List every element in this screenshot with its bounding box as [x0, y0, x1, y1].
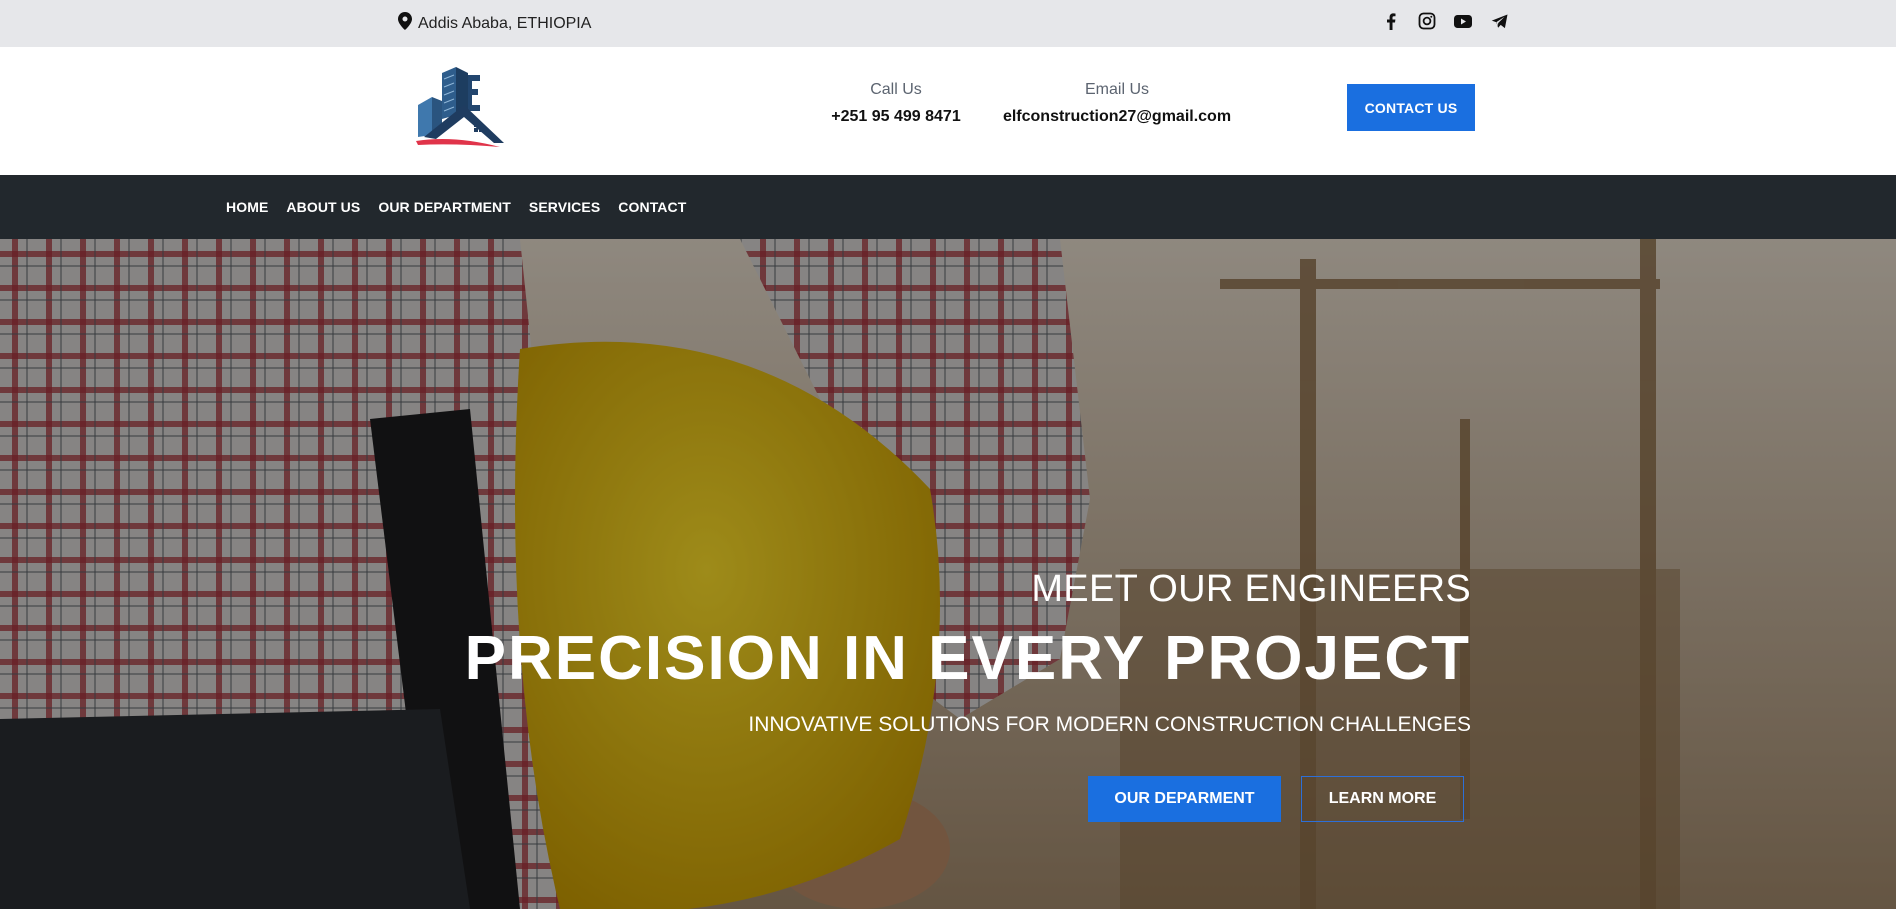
- email-us-label: Email Us: [1084, 81, 1149, 98]
- email-address[interactable]: elfconstruction27@gmail.com: [1000, 108, 1234, 126]
- nav-item-our-department[interactable]: OUR DEPARTMENT: [378, 199, 511, 215]
- hero-subtitle: MEET OUR ENGINEERS: [1031, 568, 1471, 610]
- company-logo[interactable]: [414, 65, 506, 149]
- call-us-block: Call Us +251 95 499 8471: [830, 81, 962, 126]
- email-us-block: Email Us elfconstruction27@gmail.com: [1000, 81, 1234, 126]
- contact-us-button[interactable]: CONTACT US: [1347, 84, 1475, 131]
- hero-headline: PRECISION IN EVERY PROJECT: [464, 624, 1471, 693]
- instagram-icon[interactable]: [1416, 11, 1438, 31]
- nav-item-home[interactable]: HOME: [226, 199, 268, 215]
- location: Addis Ababa, ETHIOPIA: [398, 12, 591, 35]
- facebook-icon[interactable]: [1380, 11, 1402, 31]
- nav-item-services[interactable]: SERVICES: [529, 199, 600, 215]
- hero-tagline: INNOVATIVE SOLUTIONS FOR MODERN CONSTRUC…: [748, 713, 1471, 736]
- main-nav: HOME ABOUT US OUR DEPARTMENT SERVICES CO…: [0, 175, 1896, 239]
- social-links: [1380, 11, 1510, 31]
- nav-item-contact[interactable]: CONTACT: [618, 199, 686, 215]
- top-bar: Addis Ababa, ETHIOPIA: [0, 0, 1896, 47]
- call-us-label: Call Us: [870, 81, 922, 98]
- telegram-icon[interactable]: [1488, 11, 1510, 31]
- our-department-button[interactable]: OUR DEPARMENT: [1088, 776, 1281, 822]
- learn-more-button[interactable]: LEARN MORE: [1301, 776, 1464, 822]
- hero-overlay: [0, 239, 1896, 909]
- hero-section: MEET OUR ENGINEERS PRECISION IN EVERY PR…: [0, 239, 1896, 909]
- phone-number[interactable]: +251 95 499 8471: [830, 108, 962, 126]
- youtube-icon[interactable]: [1452, 11, 1474, 31]
- header: Call Us +251 95 499 8471 Email Us elfcon…: [0, 47, 1896, 175]
- location-text: Addis Ababa, ETHIOPIA: [418, 14, 592, 32]
- map-pin-icon: [398, 12, 412, 35]
- nav-item-about-us[interactable]: ABOUT US: [286, 199, 360, 215]
